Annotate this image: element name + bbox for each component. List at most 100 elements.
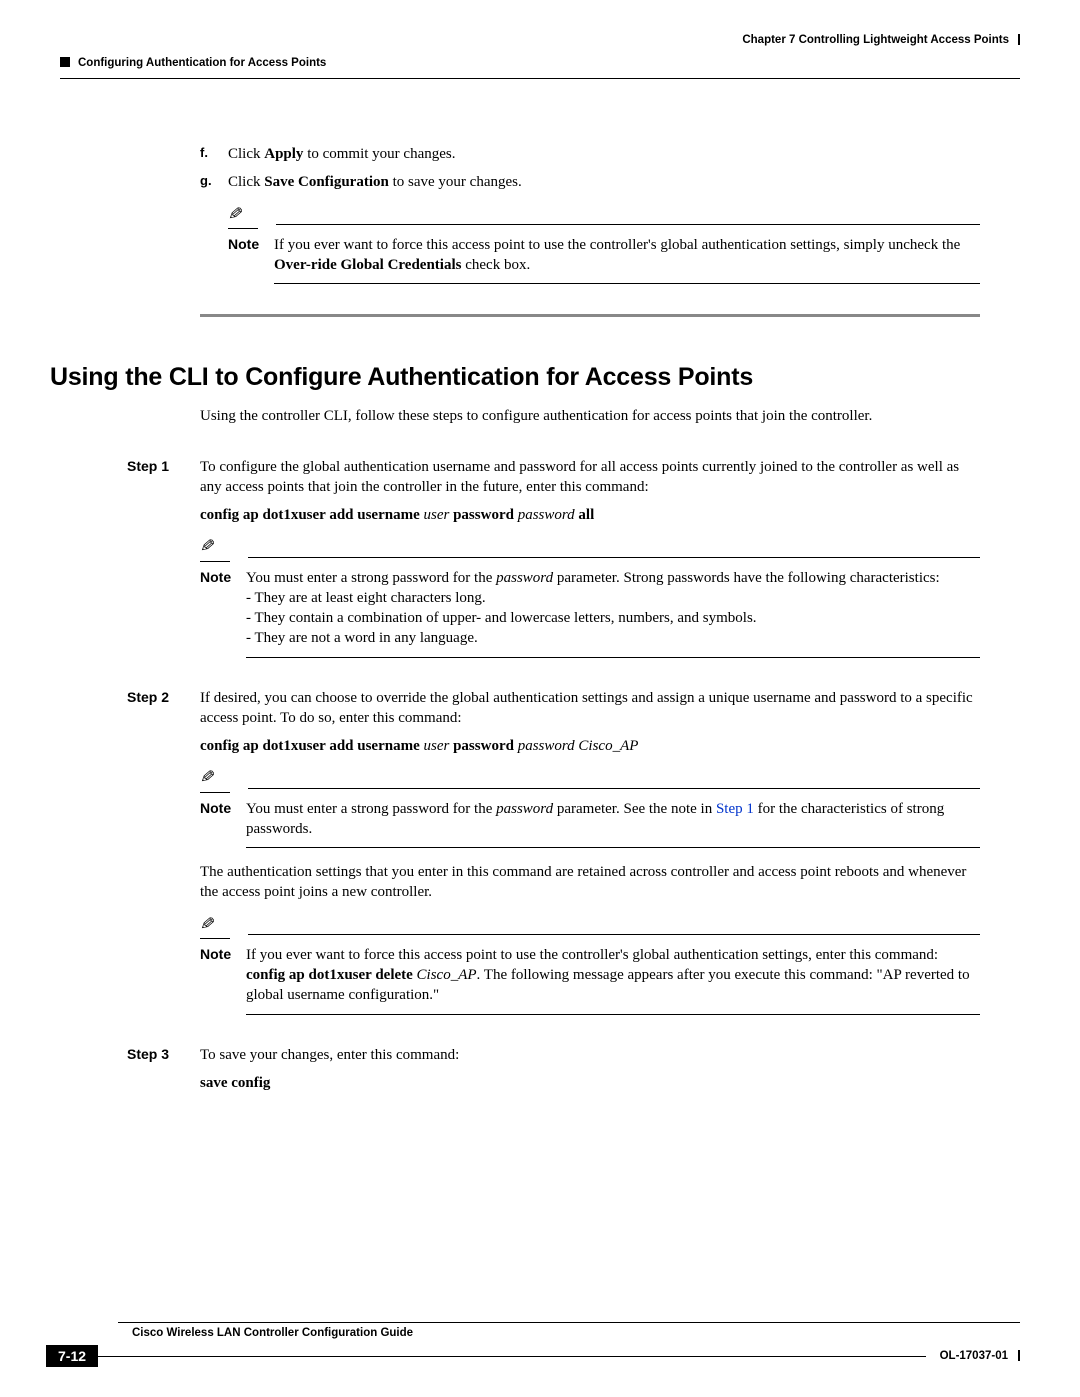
step-3-body: To save your changes, enter this command… xyxy=(200,1045,980,1065)
footer-tick-icon xyxy=(1018,1350,1020,1361)
header-square-icon xyxy=(60,57,70,67)
n1-b1: - They are at least eight characters lon… xyxy=(246,590,486,606)
text-g-pre: Click xyxy=(228,174,264,190)
page: Chapter 7 Controlling Lightweight Access… xyxy=(0,0,1080,1397)
step-1-command: config ap dot1xuser add username user pa… xyxy=(200,505,980,525)
footer-bottom-row: 7-12 OL-17037-01 xyxy=(46,1345,1020,1367)
note-label: Note xyxy=(200,945,246,964)
step-2-label: Step 2 xyxy=(127,688,169,707)
cmd1-i2: password xyxy=(518,507,575,523)
n2-p3: parameter. See the note in xyxy=(553,801,716,817)
note-body: If you ever want to force this access po… xyxy=(246,945,980,1006)
icon-underline xyxy=(228,228,258,229)
note-icon-row: ✎ xyxy=(228,205,980,229)
header-rule xyxy=(60,78,1020,79)
n3-p3: Cisco_AP xyxy=(413,967,477,983)
note-block-1: ✎ Note You must enter a strong password … xyxy=(200,537,980,657)
note-icon-wrap: ✎ xyxy=(200,915,230,939)
note-icon-row: ✎ xyxy=(200,537,980,561)
note-bottom-rule xyxy=(246,1014,980,1015)
pencil-icon: ✎ xyxy=(199,768,215,789)
footer-inner: Cisco Wireless LAN Controller Configurat… xyxy=(118,1322,1020,1367)
cmd1-b1: config ap dot1xuser add username xyxy=(200,507,420,523)
header-chapter-text: Chapter 7 Controlling Lightweight Access… xyxy=(742,34,1009,46)
step-3-command: save config xyxy=(200,1073,980,1093)
section-separator xyxy=(200,314,980,317)
header-section: Configuring Authentication for Access Po… xyxy=(60,57,326,69)
text-f-pre: Click xyxy=(228,146,264,162)
n3-p2: config ap dot1xuser delete xyxy=(246,967,413,983)
footer-doc-id-text: OL-17037-01 xyxy=(940,1350,1008,1362)
note-bottom-rule xyxy=(274,283,980,284)
footer-tail-rule xyxy=(98,1356,926,1357)
note-row: Note You must enter a strong password fo… xyxy=(200,799,980,840)
step-1-label: Step 1 xyxy=(127,457,169,476)
cmd2-b1: config ap dot1xuser add username xyxy=(200,738,420,754)
note-block-2: ✎ Note You must enter a strong password … xyxy=(200,768,980,848)
cmd1-b2: password xyxy=(453,507,514,523)
cmd3-b1: save config xyxy=(200,1075,270,1091)
note-icon-wrap: ✎ xyxy=(228,205,258,229)
step-2-command: config ap dot1xuser add username user pa… xyxy=(200,736,980,756)
text-f-post: to commit your changes. xyxy=(303,146,455,162)
step-1: Step 1 To configure the global authentic… xyxy=(127,457,980,658)
note-g-t2: Over-ride Global Credentials xyxy=(274,257,461,273)
n1-p1: You must enter a strong password for the xyxy=(246,570,496,586)
note-label: Note xyxy=(228,235,274,254)
note-g-t1: If you ever want to force this access po… xyxy=(274,237,960,253)
n1-p3: parameter. Strong passwords have the fol… xyxy=(553,570,940,586)
list-item-g: g. Click Save Configuration to save your… xyxy=(200,172,980,284)
note-bottom-rule xyxy=(246,847,980,848)
note-block-3: ✎ Note If you ever want to force this ac… xyxy=(200,915,980,1015)
pencil-icon: ✎ xyxy=(227,204,243,225)
n2-p2: password xyxy=(496,801,553,817)
step-2: Step 2 If desired, you can choose to ove… xyxy=(127,688,980,1015)
reboot-paragraph: The authentication settings that you ent… xyxy=(200,862,980,903)
pencil-icon: ✎ xyxy=(199,914,215,935)
page-number-box: 7-12 xyxy=(46,1345,98,1367)
n1-p2: password xyxy=(496,570,553,586)
heading-cli: Using the CLI to Configure Authenticatio… xyxy=(50,363,980,392)
n2-p1: You must enter a strong password for the xyxy=(246,801,496,817)
footer-doc-id: OL-17037-01 xyxy=(940,1350,1020,1362)
text-f-bold: Apply xyxy=(264,146,303,162)
note-body: You must enter a strong password for the… xyxy=(246,568,980,649)
body-content: f. Click Apply to commit your changes. g… xyxy=(200,144,980,1093)
step-2-body: If desired, you can choose to override t… xyxy=(200,688,980,729)
cmd1-i1: user xyxy=(424,507,450,523)
intro-paragraph: Using the controller CLI, follow these s… xyxy=(200,406,980,426)
note-icon-wrap: ✎ xyxy=(200,768,230,792)
step-3-label: Step 3 xyxy=(127,1045,169,1064)
note-top-rule xyxy=(248,788,980,789)
note-row: Note If you ever want to force this acce… xyxy=(200,945,980,1006)
header-section-text: Configuring Authentication for Access Po… xyxy=(78,57,326,69)
running-header: Chapter 7 Controlling Lightweight Access… xyxy=(60,34,1020,58)
list-item-f: f. Click Apply to commit your changes. xyxy=(200,144,980,164)
n1-b3: - They are not a word in any language. xyxy=(246,630,478,646)
icon-underline xyxy=(200,792,230,793)
note-icon-wrap: ✎ xyxy=(200,537,230,561)
note-top-rule xyxy=(248,934,980,935)
icon-underline xyxy=(200,561,230,562)
icon-underline xyxy=(200,938,230,939)
step-3: Step 3 To save your changes, enter this … xyxy=(127,1045,980,1094)
header-chapter: Chapter 7 Controlling Lightweight Access… xyxy=(742,34,1020,46)
n1-b2: - They contain a combination of upper- a… xyxy=(246,610,757,626)
text-g-post: to save your changes. xyxy=(389,174,522,190)
list-marker-g: g. xyxy=(200,172,212,190)
cmd1-b3: all xyxy=(578,507,594,523)
step1-link[interactable]: Step 1 xyxy=(716,801,754,817)
step-1-body: To configure the global authentication u… xyxy=(200,457,980,498)
cmd2-i2: password Cisco_AP xyxy=(518,738,639,754)
note-icon-row: ✎ xyxy=(200,768,980,792)
list-marker-f: f. xyxy=(200,144,208,162)
note-top-rule xyxy=(276,224,980,225)
cmd2-i1: user xyxy=(424,738,450,754)
note-top-rule xyxy=(248,557,980,558)
page-footer: Cisco Wireless LAN Controller Configurat… xyxy=(0,1322,1080,1367)
note-body: If you ever want to force this access po… xyxy=(274,235,980,276)
note-label: Note xyxy=(200,568,246,587)
note-row: Note You must enter a strong password fo… xyxy=(200,568,980,649)
note-g-t3: check box. xyxy=(461,257,530,273)
pencil-icon: ✎ xyxy=(199,537,215,558)
